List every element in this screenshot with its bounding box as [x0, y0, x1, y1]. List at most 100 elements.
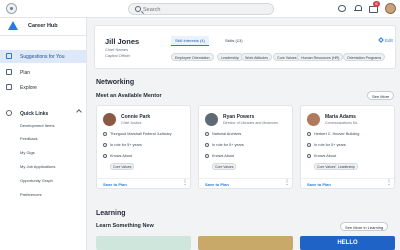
skill-chip: Orientation Programs [343, 53, 386, 61]
profile-title: Chief Names [105, 47, 129, 52]
suggestions-icon [6, 53, 12, 59]
location-icon [103, 132, 107, 136]
learning-subtitle: Learn Something New [96, 223, 154, 229]
card-divider [97, 178, 192, 179]
tab-skills[interactable]: Skills (13) [221, 36, 247, 46]
location-icon [307, 132, 311, 136]
quick-link-feedback[interactable]: Feedback [20, 136, 38, 141]
avatar [307, 113, 320, 126]
mentor-name[interactable]: Maria Adams [325, 114, 356, 120]
link-icon [6, 110, 12, 116]
mentor-tenure-text: In role for 5+ years [110, 143, 142, 147]
organization-logo[interactable] [6, 3, 17, 14]
quick-links-label: Quick Links [20, 111, 49, 117]
mentor-name[interactable]: Ryan Powers [223, 114, 254, 120]
mentor-tenure: In role for 5+ years [205, 143, 244, 150]
profile-name: Jill Jones [105, 37, 140, 46]
mentor-location-text: Herbert C. Hoover Building [314, 132, 360, 136]
mentor-card: Ryan Powers Director of Libraries and Mu… [198, 105, 294, 189]
mentor-location-text: Thurgood Marshall Federal Judiciary [110, 132, 172, 136]
networking-title: Networking [96, 79, 135, 86]
clock-icon [307, 143, 311, 147]
edit-label: Edit [385, 38, 393, 43]
avatar [103, 113, 116, 126]
skill-chip: Leadership [217, 53, 243, 61]
see-more-mentors-button[interactable]: See More [367, 91, 395, 100]
mentor-card: Maria Adams Communications Dir. Herbert … [300, 105, 396, 189]
sidebar-item-suggestions[interactable]: Suggestions for You [0, 50, 86, 63]
mentor-tenure: In role for 5+ years [103, 143, 142, 150]
more-options-icon[interactable]: ⋮ [386, 180, 392, 189]
quick-link-development-items[interactable]: Development Items [20, 123, 54, 128]
mentor-knows-text: Knows About [212, 154, 235, 158]
skill-chip: Human Resources (HR) [297, 53, 344, 61]
tab-skill-interests[interactable]: Skill Interests (4) [171, 36, 209, 46]
explore-icon [6, 84, 12, 90]
mentor-knows-text: Knows About [110, 154, 133, 158]
sidebar-item-explore[interactable]: Explore [0, 81, 86, 94]
lightbulb-icon [103, 154, 107, 158]
profile-org: Capital Officer [105, 53, 131, 58]
save-to-plan-button[interactable]: Save to Plan [307, 182, 331, 187]
mentor-card: Connie Park Chief Justice Thurgood Marsh… [96, 105, 192, 189]
learning-thumbnail[interactable] [198, 236, 293, 250]
career-hub-logo-icon [8, 21, 19, 31]
user-avatar[interactable] [385, 3, 396, 14]
lightbulb-icon [307, 154, 311, 158]
inbox-badge: 6 [373, 1, 380, 7]
clock-icon [103, 143, 107, 147]
skill-chip: Employee Orientation [171, 53, 214, 61]
sidebar-divider [0, 35, 86, 36]
quick-link-job-applications[interactable]: My Job Applications [20, 164, 55, 169]
skill-chip: Work Attitudes [241, 53, 273, 61]
location-icon [205, 132, 209, 136]
mentor-name[interactable]: Connie Park [121, 114, 150, 120]
avatar [205, 113, 218, 126]
mentor-knows: Knows About [103, 154, 132, 161]
mentor-location: Thurgood Marshall Federal Judiciary [103, 132, 172, 139]
more-options-icon[interactable]: ⋮ [284, 180, 290, 189]
mentor-location: Herbert C. Hoover Building [307, 132, 359, 139]
search-icon [135, 6, 141, 12]
profile-card: Jill Jones Chief Names Capital Officer S… [94, 25, 396, 69]
quick-link-my-gigs[interactable]: My Gigs [20, 150, 35, 155]
mentor-role: Director of Libraries and Museums [223, 121, 278, 125]
card-divider [199, 178, 294, 179]
quick-link-preferences[interactable]: Preferences [20, 192, 42, 197]
mentor-subtitle: Meet an Available Mentor [96, 93, 162, 99]
mentor-role: Communications Dir. [325, 121, 359, 125]
skill-chip: Leadership [335, 163, 358, 170]
career-hub-page: 6 Career Hub Suggestions for You Plan Ex… [0, 0, 400, 250]
quick-link-opportunity-graph[interactable]: Opportunity Graph [20, 178, 53, 183]
pencil-icon [378, 37, 384, 43]
app-title: Career Hub [28, 23, 58, 29]
save-to-plan-button[interactable]: Save to Plan [205, 182, 229, 187]
mentor-role: Chief Justice [121, 121, 142, 125]
lightbulb-icon [205, 154, 209, 158]
quick-links-toggle[interactable]: Quick Links [0, 108, 86, 119]
search-input[interactable] [143, 5, 263, 14]
skill-chip: Core Values [212, 163, 237, 170]
main-content: Jill Jones Chief Names Capital Officer S… [87, 18, 400, 250]
search-box[interactable] [128, 3, 274, 15]
sidebar-item-label: Explore [20, 85, 37, 91]
edit-button[interactable]: Edit [378, 37, 393, 43]
more-options-icon[interactable]: ⋮ [182, 180, 188, 189]
top-bar: 6 [0, 0, 400, 18]
mentor-tenure-text: In role for 5+ years [314, 143, 346, 147]
chevron-up-icon [76, 109, 82, 115]
learning-thumbnail-hello[interactable]: HELLO [300, 236, 395, 250]
see-more-learning-button[interactable]: See More in Learning [340, 222, 389, 231]
learning-thumbnail[interactable] [96, 236, 191, 250]
sidebar-item-plan[interactable]: Plan [0, 66, 86, 79]
mentor-knows: Knows About [205, 154, 234, 161]
notifications-icon[interactable] [353, 4, 362, 13]
chat-icon[interactable] [337, 4, 346, 13]
learning-title: Learning [96, 210, 126, 217]
mentor-knows: Knows About [307, 154, 336, 161]
mentor-location: National Archives [205, 132, 241, 139]
save-to-plan-button[interactable]: Save to Plan [103, 182, 127, 187]
sidebar-item-label: Plan [20, 70, 31, 76]
mentor-tenure-text: In role for 5+ years [212, 143, 244, 147]
skill-chip: Core Values [110, 163, 135, 170]
